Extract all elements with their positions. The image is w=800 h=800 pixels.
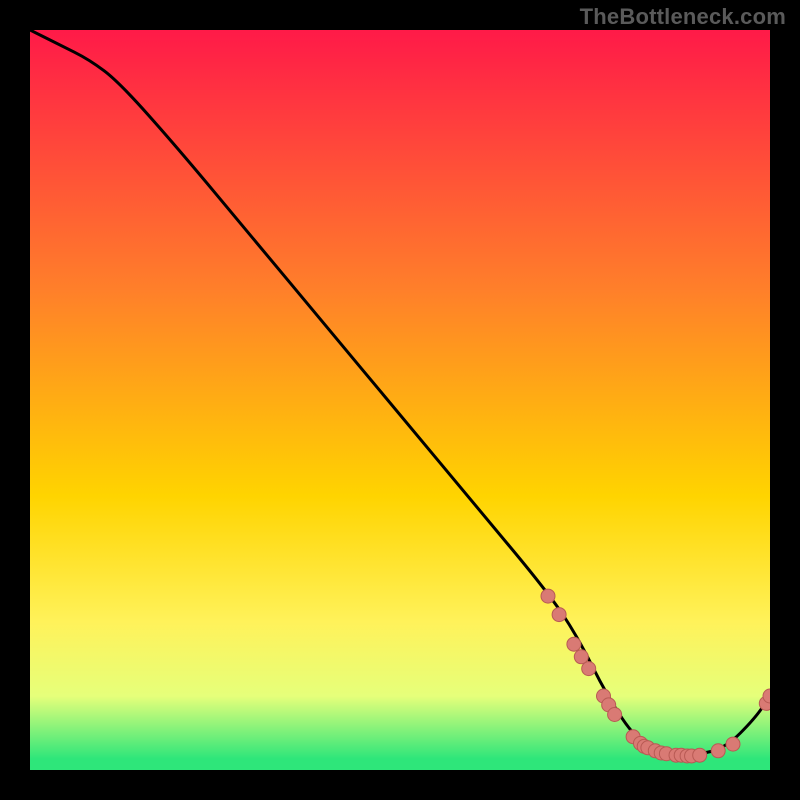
attribution-text: TheBottleneck.com <box>580 4 786 30</box>
data-marker <box>582 662 596 676</box>
data-marker <box>608 708 622 722</box>
gradient-background <box>30 30 770 770</box>
data-marker <box>541 589 555 603</box>
data-marker <box>711 744 725 758</box>
chart-stage: TheBottleneck.com <box>0 0 800 800</box>
chart-svg <box>30 30 770 770</box>
data-marker <box>567 637 581 651</box>
data-marker <box>693 748 707 762</box>
bottleneck-plot <box>30 30 770 770</box>
data-marker <box>552 608 566 622</box>
data-marker <box>726 737 740 751</box>
